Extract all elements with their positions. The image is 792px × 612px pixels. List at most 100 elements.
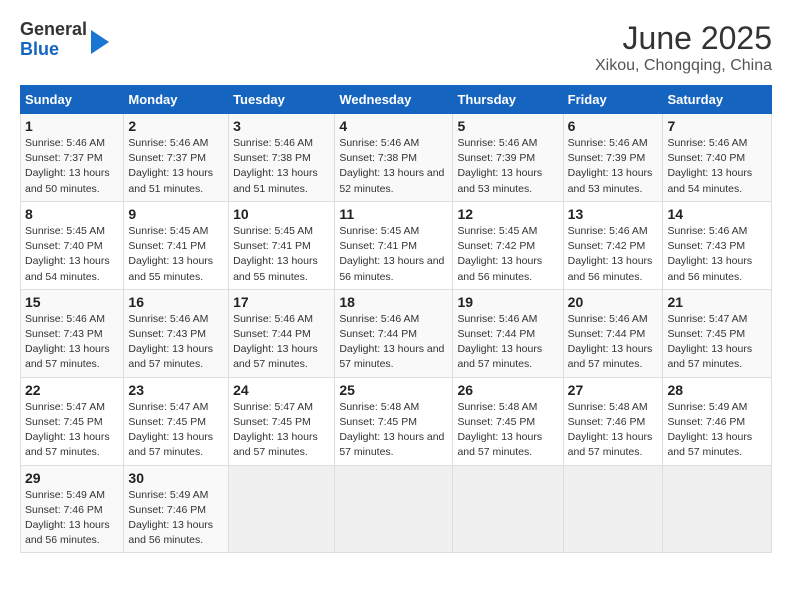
day-number: 4 (339, 118, 448, 134)
calendar-day-cell (335, 465, 453, 553)
calendar-day-cell: 20 Sunrise: 5:46 AMSunset: 7:44 PMDayligh… (563, 289, 663, 377)
calendar-week-row: 8 Sunrise: 5:45 AMSunset: 7:40 PMDaylight… (21, 201, 772, 289)
day-info: Sunrise: 5:46 AMSunset: 7:39 PMDaylight:… (457, 136, 558, 197)
calendar-day-cell: 11 Sunrise: 5:45 AMSunset: 7:41 PMDayligh… (335, 201, 453, 289)
day-number: 11 (339, 206, 448, 222)
day-info: Sunrise: 5:46 AMSunset: 7:42 PMDaylight:… (568, 224, 659, 285)
calendar-day-cell (663, 465, 772, 553)
day-info: Sunrise: 5:45 AMSunset: 7:41 PMDaylight:… (128, 224, 224, 285)
calendar-day-cell: 5 Sunrise: 5:46 AMSunset: 7:39 PMDaylight… (453, 114, 563, 202)
weekday-header-thursday: Thursday (453, 86, 563, 114)
calendar-day-cell (453, 465, 563, 553)
day-number: 8 (25, 206, 119, 222)
day-info: Sunrise: 5:46 AMSunset: 7:38 PMDaylight:… (339, 136, 448, 197)
day-number: 13 (568, 206, 659, 222)
day-number: 6 (568, 118, 659, 134)
calendar-week-row: 22 Sunrise: 5:47 AMSunset: 7:45 PMDayligh… (21, 377, 772, 465)
calendar-day-cell: 23 Sunrise: 5:47 AMSunset: 7:45 PMDayligh… (124, 377, 229, 465)
calendar-day-cell (229, 465, 335, 553)
day-info: Sunrise: 5:46 AMSunset: 7:37 PMDaylight:… (25, 136, 119, 197)
calendar-day-cell: 15 Sunrise: 5:46 AMSunset: 7:43 PMDayligh… (21, 289, 124, 377)
calendar-day-cell: 28Sunrise: 5:49 AMSunset: 7:46 PMDayligh… (663, 377, 772, 465)
calendar-day-cell: 9Sunrise: 5:45 AMSunset: 7:41 PMDaylight… (124, 201, 229, 289)
day-info: Sunrise: 5:45 AMSunset: 7:41 PMDaylight:… (233, 224, 330, 285)
calendar-day-cell: 4 Sunrise: 5:46 AMSunset: 7:38 PMDaylight… (335, 114, 453, 202)
weekday-header-saturday: Saturday (663, 86, 772, 114)
calendar-day-cell: 17Sunrise: 5:46 AMSunset: 7:44 PMDayligh… (229, 289, 335, 377)
day-number: 18 (339, 294, 448, 310)
day-number: 3 (233, 118, 330, 134)
day-number: 10 (233, 206, 330, 222)
calendar-week-row: 1 Sunrise: 5:46 AMSunset: 7:37 PMDaylight… (21, 114, 772, 202)
day-info: Sunrise: 5:48 AMSunset: 7:46 PMDaylight:… (568, 400, 659, 461)
day-info: Sunrise: 5:49 AMSunset: 7:46 PMDaylight:… (128, 488, 224, 549)
calendar-day-cell: 14 Sunrise: 5:46 AMSunset: 7:43 PMDayligh… (663, 201, 772, 289)
calendar-day-cell: 1 Sunrise: 5:46 AMSunset: 7:37 PMDaylight… (21, 114, 124, 202)
day-number: 5 (457, 118, 558, 134)
day-number: 25 (339, 382, 448, 398)
day-info: Sunrise: 5:45 AMSunset: 7:42 PMDaylight:… (457, 224, 558, 285)
day-info: Sunrise: 5:47 AMSunset: 7:45 PMDaylight:… (667, 312, 767, 373)
day-number: 20 (568, 294, 659, 310)
calendar-day-cell: 8 Sunrise: 5:45 AMSunset: 7:40 PMDaylight… (21, 201, 124, 289)
calendar-day-cell: 16 Sunrise: 5:46 AMSunset: 7:43 PMDayligh… (124, 289, 229, 377)
day-info: Sunrise: 5:49 AMSunset: 7:46 PMDaylight:… (25, 488, 119, 549)
calendar-day-cell: 27 Sunrise: 5:48 AMSunset: 7:46 PMDayligh… (563, 377, 663, 465)
weekday-header-sunday: Sunday (21, 86, 124, 114)
logo-general: General (20, 20, 87, 40)
day-info: Sunrise: 5:46 AMSunset: 7:38 PMDaylight:… (233, 136, 330, 197)
day-number: 23 (128, 382, 224, 398)
calendar-day-cell: 18Sunrise: 5:46 AMSunset: 7:44 PMDayligh… (335, 289, 453, 377)
calendar-week-row: 29 Sunrise: 5:49 AMSunset: 7:46 PMDayligh… (21, 465, 772, 553)
day-number: 16 (128, 294, 224, 310)
day-number: 19 (457, 294, 558, 310)
day-number: 2 (128, 118, 224, 134)
calendar-table: SundayMondayTuesdayWednesdayThursdayFrid… (20, 85, 772, 553)
calendar-day-cell: 19Sunrise: 5:46 AMSunset: 7:44 PMDayligh… (453, 289, 563, 377)
calendar-day-cell: 2 Sunrise: 5:46 AMSunset: 7:37 PMDaylight… (124, 114, 229, 202)
day-info: Sunrise: 5:46 AMSunset: 7:44 PMDaylight:… (568, 312, 659, 373)
day-number: 29 (25, 470, 119, 486)
day-info: Sunrise: 5:49 AMSunset: 7:46 PMDaylight:… (667, 400, 767, 461)
day-info: Sunrise: 5:45 AMSunset: 7:41 PMDaylight:… (339, 224, 448, 285)
day-number: 1 (25, 118, 119, 134)
day-number: 27 (568, 382, 659, 398)
day-number: 12 (457, 206, 558, 222)
day-info: Sunrise: 5:48 AMSunset: 7:45 PMDaylight:… (339, 400, 448, 461)
day-number: 24 (233, 382, 330, 398)
day-info: Sunrise: 5:48 AMSunset: 7:45 PMDaylight:… (457, 400, 558, 461)
day-info: Sunrise: 5:46 AMSunset: 7:43 PMDaylight:… (128, 312, 224, 373)
logo-text: General Blue (20, 20, 87, 60)
calendar-day-cell: 21 Sunrise: 5:47 AMSunset: 7:45 PMDayligh… (663, 289, 772, 377)
day-info: Sunrise: 5:47 AMSunset: 7:45 PMDaylight:… (128, 400, 224, 461)
weekday-header-wednesday: Wednesday (335, 86, 453, 114)
calendar-body: 1 Sunrise: 5:46 AMSunset: 7:37 PMDaylight… (21, 114, 772, 553)
day-number: 22 (25, 382, 119, 398)
day-info: Sunrise: 5:46 AMSunset: 7:37 PMDaylight:… (128, 136, 224, 197)
day-number: 17 (233, 294, 330, 310)
day-info: Sunrise: 5:45 AMSunset: 7:40 PMDaylight:… (25, 224, 119, 285)
calendar-day-cell: 25 Sunrise: 5:48 AMSunset: 7:45 PMDayligh… (335, 377, 453, 465)
calendar-week-row: 15 Sunrise: 5:46 AMSunset: 7:43 PMDayligh… (21, 289, 772, 377)
day-number: 26 (457, 382, 558, 398)
calendar-day-cell: 13 Sunrise: 5:46 AMSunset: 7:42 PMDayligh… (563, 201, 663, 289)
weekday-header-monday: Monday (124, 86, 229, 114)
calendar-day-cell: 10 Sunrise: 5:45 AMSunset: 7:41 PMDayligh… (229, 201, 335, 289)
calendar-day-cell: 30 Sunrise: 5:49 AMSunset: 7:46 PMDayligh… (124, 465, 229, 553)
logo-arrow-icon (91, 30, 109, 54)
day-info: Sunrise: 5:46 AMSunset: 7:43 PMDaylight:… (25, 312, 119, 373)
calendar-day-cell: 22Sunrise: 5:47 AMSunset: 7:45 PMDayligh… (21, 377, 124, 465)
day-info: Sunrise: 5:46 AMSunset: 7:43 PMDaylight:… (667, 224, 767, 285)
logo: General Blue (20, 20, 109, 60)
title-block: June 2025 Xikou, Chongqing, China (595, 20, 772, 75)
day-number: 15 (25, 294, 119, 310)
day-number: 14 (667, 206, 767, 222)
day-number: 30 (128, 470, 224, 486)
weekday-header-row: SundayMondayTuesdayWednesdayThursdayFrid… (21, 86, 772, 114)
calendar-day-cell: 6Sunrise: 5:46 AMSunset: 7:39 PMDaylight… (563, 114, 663, 202)
day-info: Sunrise: 5:46 AMSunset: 7:40 PMDaylight:… (667, 136, 767, 197)
logo-blue: Blue (20, 40, 87, 60)
day-number: 21 (667, 294, 767, 310)
calendar-title: June 2025 (595, 20, 772, 57)
calendar-day-cell: 26 Sunrise: 5:48 AMSunset: 7:45 PMDayligh… (453, 377, 563, 465)
